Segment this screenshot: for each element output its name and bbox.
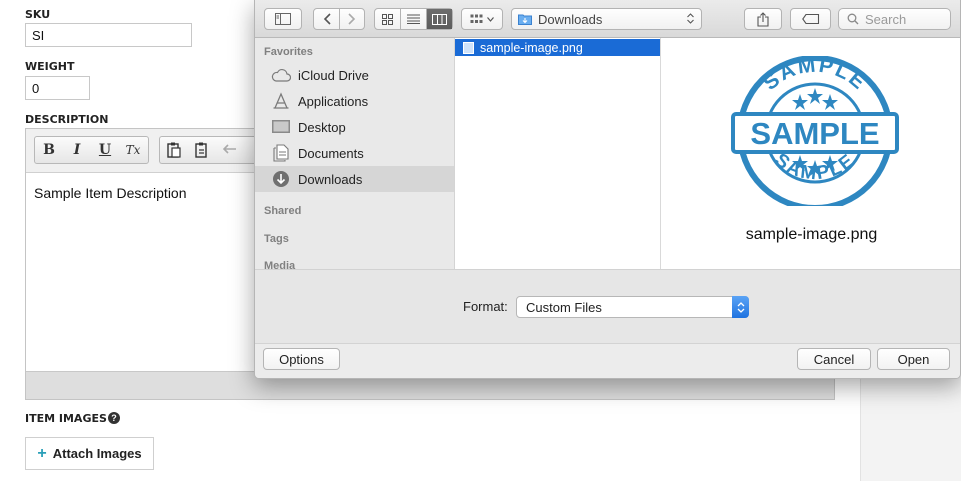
underline-button[interactable]: U [91, 137, 119, 163]
file-preview-pane: SAMPLE SAMPLE SAMPLE sample-image.png [661, 38, 960, 269]
bold-button[interactable]: B [35, 137, 63, 163]
format-select[interactable]: Custom Files [516, 296, 749, 318]
list-icon [407, 14, 420, 24]
chevron-left-icon [323, 13, 331, 25]
item-images-label: ITEM IMAGES [25, 412, 107, 425]
sidebar-item-label: Downloads [298, 171, 363, 187]
format-button-group: B I U Tx [34, 136, 149, 164]
chevron-right-icon [348, 13, 356, 25]
location-popup[interactable]: Downloads [511, 8, 702, 30]
back-button[interactable] [314, 9, 339, 29]
tags-heading: Tags [264, 233, 289, 245]
clipboard-button-group [159, 136, 254, 164]
columns-icon [431, 13, 447, 25]
file-browser-column: sample-image.png [455, 38, 661, 269]
cancel-button[interactable]: Cancel [797, 348, 871, 370]
column-view-button[interactable] [425, 9, 452, 29]
search-icon [847, 13, 859, 25]
sidebar-toggle-icon [275, 13, 291, 25]
description-label: DESCRIPTION [25, 113, 109, 126]
arrange-menu-button[interactable] [461, 8, 503, 30]
downloads-icon [271, 170, 291, 188]
plus-icon: + [37, 444, 47, 462]
documents-icon [271, 144, 291, 162]
file-name: sample-image.png [480, 40, 583, 55]
help-icon[interactable]: ? [108, 412, 120, 424]
dialog-toolbar: Downloads Search [255, 0, 960, 38]
share-icon [757, 11, 769, 27]
cloud-icon [271, 66, 291, 84]
format-label: Format: [463, 299, 508, 314]
sidebar-item-label: Desktop [298, 119, 346, 135]
updown-chevron-icon [687, 12, 694, 26]
file-row-sample-image[interactable]: sample-image.png [455, 39, 660, 56]
sidebar-item-downloads[interactable]: Downloads [255, 166, 454, 192]
italic-button[interactable]: I [63, 137, 91, 163]
desktop-icon [271, 118, 291, 136]
forward-button[interactable] [339, 9, 364, 29]
preview-file-name: sample-image.png [745, 226, 878, 243]
weight-input[interactable] [25, 76, 90, 100]
downloads-folder-icon [518, 14, 532, 25]
sku-label: SKU [25, 8, 51, 21]
attach-images-button[interactable]: + Attach Images [25, 437, 154, 470]
clear-format-button[interactable]: Tx [119, 137, 147, 163]
location-label: Downloads [538, 11, 603, 27]
arrange-icon [470, 14, 483, 23]
sidebar-item-documents[interactable]: Documents [255, 140, 454, 166]
open-file-dialog: Downloads Search Favorites iCloud Drive [254, 0, 961, 379]
format-value: Custom Files [526, 299, 602, 315]
sidebar-item-label: Applications [298, 93, 369, 109]
tag-icon [801, 14, 819, 24]
icon-view-button[interactable] [375, 9, 400, 29]
open-button[interactable]: Open [877, 348, 950, 370]
sidebar-item-label: iCloud Drive [298, 67, 369, 83]
list-view-button[interactable] [400, 9, 425, 29]
editor-content[interactable]: Sample Item Description [34, 185, 187, 201]
favorites-heading: Favorites [264, 46, 313, 58]
dialog-sidebar: Favorites iCloud Drive Applications Desk… [255, 38, 455, 269]
dialog-footer: Options Cancel Open [255, 343, 960, 378]
navigation-buttons [313, 8, 365, 30]
applications-icon [271, 92, 291, 110]
view-mode-control [374, 8, 453, 30]
search-placeholder: Search [865, 11, 907, 27]
undo-icon[interactable] [216, 137, 244, 163]
stamp-text: SAMPLE [750, 116, 879, 151]
format-bar: Format: Custom Files [255, 269, 960, 343]
options-button[interactable]: Options [263, 348, 340, 370]
attach-images-label: Attach Images [52, 446, 142, 461]
media-heading: Media [264, 260, 296, 269]
image-file-icon [463, 41, 474, 54]
chevron-down-icon [487, 16, 494, 22]
sample-stamp-image: SAMPLE SAMPLE SAMPLE [731, 56, 899, 206]
updown-arrows-icon [732, 296, 749, 318]
paste-text-icon[interactable] [188, 137, 216, 163]
weight-label: WEIGHT [25, 60, 75, 73]
shared-heading: Shared [264, 205, 302, 217]
sidebar-toggle-button[interactable] [264, 8, 302, 30]
sidebar-item-applications[interactable]: Applications [255, 88, 454, 114]
share-button[interactable] [744, 8, 782, 30]
sidebar-item-label: Documents [298, 145, 364, 161]
sidebar-item-icloud-drive[interactable]: iCloud Drive [255, 62, 454, 88]
search-field[interactable]: Search [838, 8, 951, 30]
grid-icon [382, 13, 394, 25]
sku-input[interactable] [25, 23, 192, 47]
paste-icon[interactable] [160, 137, 188, 163]
tag-button[interactable] [790, 8, 831, 30]
sidebar-item-desktop[interactable]: Desktop [255, 114, 454, 140]
